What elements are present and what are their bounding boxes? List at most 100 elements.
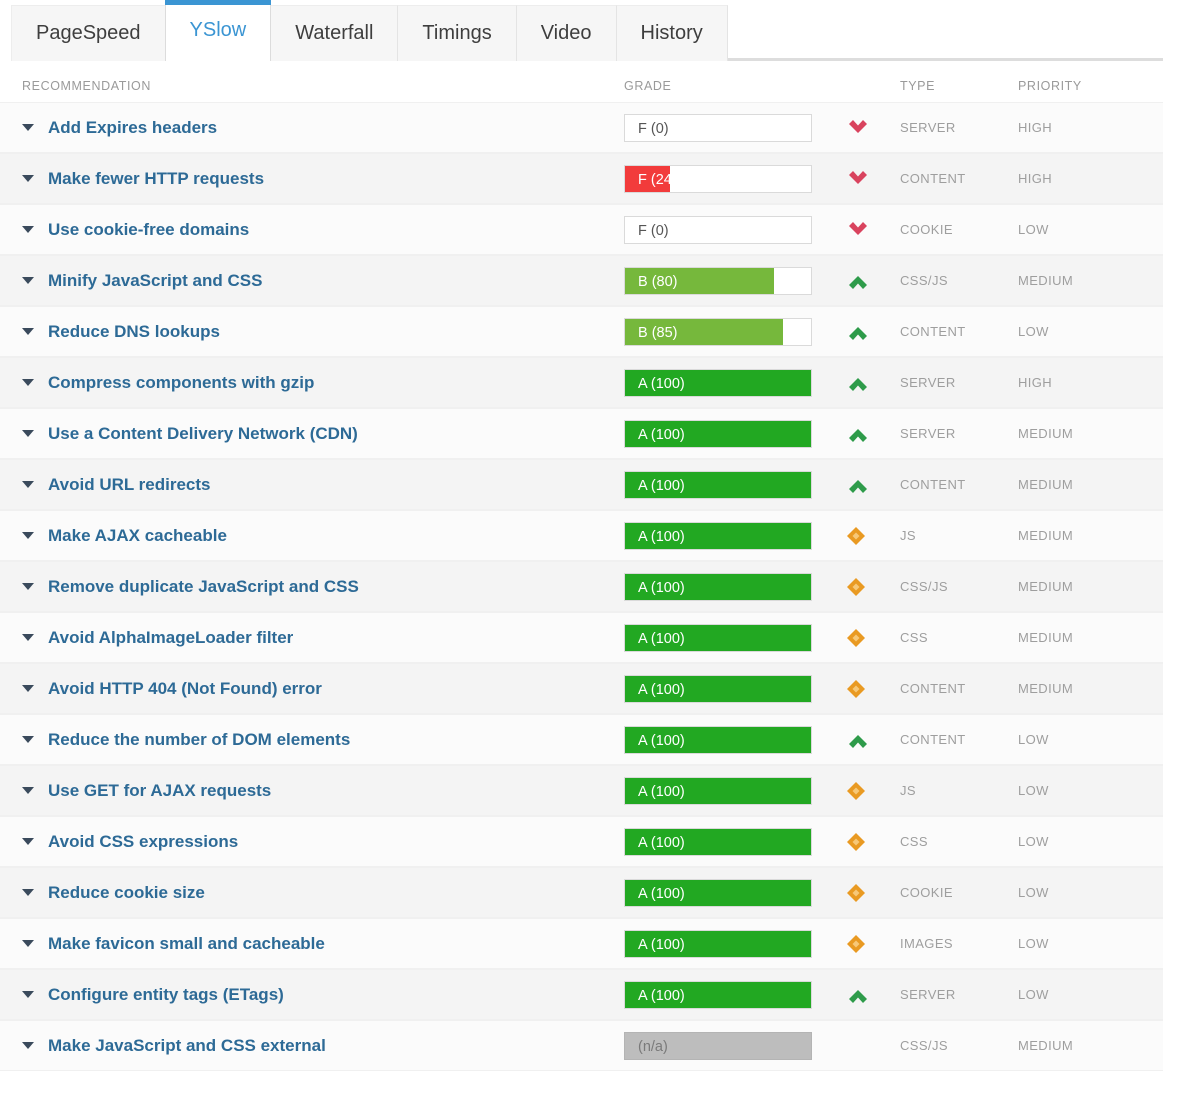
expand-triangle-icon[interactable]	[22, 940, 34, 947]
grade-bar: A (100)	[624, 675, 812, 703]
recommendation-cell[interactable]: Avoid URL redirects	[0, 475, 624, 495]
tab-yslow[interactable]: YSlow	[165, 0, 272, 61]
expand-triangle-icon[interactable]	[22, 838, 34, 845]
grade-label: A (100)	[638, 880, 685, 907]
expand-triangle-icon[interactable]	[22, 481, 34, 488]
expand-triangle-icon[interactable]	[22, 175, 34, 182]
grade-cell: B (80)	[624, 267, 836, 295]
recommendation-cell[interactable]: Use cookie-free domains	[0, 220, 624, 240]
table-row[interactable]: Reduce DNS lookupsB (85)CONTENTLOW	[0, 306, 1163, 357]
recommendation-label[interactable]: Minify JavaScript and CSS	[48, 271, 262, 291]
recommendation-cell[interactable]: Minify JavaScript and CSS	[0, 271, 624, 291]
expand-triangle-icon[interactable]	[22, 328, 34, 335]
tab-pagespeed[interactable]: PageSpeed	[11, 5, 166, 61]
recommendation-label[interactable]: Make AJAX cacheable	[48, 526, 227, 546]
priority-cell: LOW	[1018, 324, 1163, 339]
recommendation-label[interactable]: Remove duplicate JavaScript and CSS	[48, 577, 359, 597]
recommendation-label[interactable]: Avoid HTTP 404 (Not Found) error	[48, 679, 322, 699]
grade-label: A (100)	[638, 574, 685, 601]
recommendation-cell[interactable]: Use a Content Delivery Network (CDN)	[0, 424, 624, 444]
column-header-grade[interactable]: GRADE	[624, 79, 836, 93]
table-row[interactable]: Avoid HTTP 404 (Not Found) errorA (100)C…	[0, 663, 1163, 714]
expand-triangle-icon[interactable]	[22, 685, 34, 692]
expand-triangle-icon[interactable]	[22, 1042, 34, 1049]
table-row[interactable]: Reduce cookie sizeA (100)COOKIELOW	[0, 867, 1163, 918]
expand-triangle-icon[interactable]	[22, 379, 34, 386]
recommendation-cell[interactable]: Make AJAX cacheable	[0, 526, 624, 546]
recommendation-label[interactable]: Avoid AlphaImageLoader filter	[48, 628, 293, 648]
recommendation-label[interactable]: Reduce DNS lookups	[48, 322, 220, 342]
expand-triangle-icon[interactable]	[22, 736, 34, 743]
tab-video[interactable]: Video	[516, 5, 617, 61]
grade-cell: A (100)	[624, 420, 836, 448]
recommendation-cell[interactable]: Avoid CSS expressions	[0, 832, 624, 852]
recommendation-label[interactable]: Make JavaScript and CSS external	[48, 1036, 326, 1056]
column-header-type[interactable]: TYPE	[900, 79, 1018, 93]
table-row[interactable]: Make AJAX cacheableA (100)JSMEDIUM	[0, 510, 1163, 561]
tab-history[interactable]: History	[616, 5, 728, 61]
tab-timings[interactable]: Timings	[397, 5, 516, 61]
expand-triangle-icon[interactable]	[22, 532, 34, 539]
table-row[interactable]: Make fewer HTTP requestsF (24)CONTENTHIG…	[0, 153, 1163, 204]
expand-triangle-icon[interactable]	[22, 634, 34, 641]
recommendation-label[interactable]: Reduce the number of DOM elements	[48, 730, 350, 750]
expand-triangle-icon[interactable]	[22, 277, 34, 284]
tab-waterfall[interactable]: Waterfall	[270, 5, 398, 61]
table-row[interactable]: Use GET for AJAX requestsA (100)JSLOW	[0, 765, 1163, 816]
table-row[interactable]: Minify JavaScript and CSSB (80)CSS/JSMED…	[0, 255, 1163, 306]
recommendation-label[interactable]: Configure entity tags (ETags)	[48, 985, 284, 1005]
recommendation-cell[interactable]: Reduce the number of DOM elements	[0, 730, 624, 750]
recommendation-label[interactable]: Avoid URL redirects	[48, 475, 211, 495]
recommendation-label[interactable]: Compress components with gzip	[48, 373, 314, 393]
recommendation-label[interactable]: Make favicon small and cacheable	[48, 934, 325, 954]
recommendation-label[interactable]: Make fewer HTTP requests	[48, 169, 264, 189]
table-row[interactable]: Avoid URL redirectsA (100)CONTENTMEDIUM	[0, 459, 1163, 510]
grade-cell: A (100)	[624, 828, 836, 856]
type-cell: CSS/JS	[900, 273, 1018, 288]
expand-triangle-icon[interactable]	[22, 430, 34, 437]
recommendation-cell[interactable]: Add Expires headers	[0, 118, 624, 138]
expand-triangle-icon[interactable]	[22, 889, 34, 896]
table-row[interactable]: Avoid CSS expressionsA (100)CSSLOW	[0, 816, 1163, 867]
recommendation-label[interactable]: Add Expires headers	[48, 118, 217, 138]
column-header-recommendation[interactable]: RECOMMENDATION	[0, 79, 624, 93]
grade-cell: A (100)	[624, 573, 836, 601]
table-row[interactable]: Remove duplicate JavaScript and CSS A (10…	[0, 561, 1163, 612]
priority-cell: LOW	[1018, 222, 1163, 237]
table-row[interactable]: Add Expires headersF (0)SERVERHIGH	[0, 102, 1163, 153]
grade-bar: F (24)	[624, 165, 812, 193]
recommendation-label[interactable]: Avoid CSS expressions	[48, 832, 238, 852]
recommendation-cell[interactable]: Remove duplicate JavaScript and CSS	[0, 577, 624, 597]
expand-triangle-icon[interactable]	[22, 787, 34, 794]
grade-label: B (80)	[638, 268, 678, 295]
recommendation-cell[interactable]: Reduce cookie size	[0, 883, 624, 903]
recommendation-label[interactable]: Use GET for AJAX requests	[48, 781, 271, 801]
expand-triangle-icon[interactable]	[22, 226, 34, 233]
expand-triangle-icon[interactable]	[22, 124, 34, 131]
table-row[interactable]: Make favicon small and cacheableA (100)I…	[0, 918, 1163, 969]
expand-triangle-icon[interactable]	[22, 583, 34, 590]
table-row[interactable]: Configure entity tags (ETags)A (100)SERV…	[0, 969, 1163, 1020]
recommendation-cell[interactable]: Reduce DNS lookups	[0, 322, 624, 342]
table-row[interactable]: Use cookie-free domainsF (0)COOKIELOW	[0, 204, 1163, 255]
table-row[interactable]: Avoid AlphaImageLoader filterA (100)CSSM…	[0, 612, 1163, 663]
table-row[interactable]: Make JavaScript and CSS external(n/a)CSS…	[0, 1020, 1163, 1071]
table-row[interactable]: Compress components with gzipA (100)SERV…	[0, 357, 1163, 408]
recommendation-cell[interactable]: Make fewer HTTP requests	[0, 169, 624, 189]
recommendation-cell[interactable]: Compress components with gzip	[0, 373, 624, 393]
expand-triangle-icon[interactable]	[22, 991, 34, 998]
type-cell: COOKIE	[900, 885, 1018, 900]
recommendation-cell[interactable]: Configure entity tags (ETags)	[0, 985, 624, 1005]
table-row[interactable]: Use a Content Delivery Network (CDN) A (1…	[0, 408, 1163, 459]
column-header-priority[interactable]: PRIORITY	[1018, 79, 1163, 93]
recommendation-cell[interactable]: Make favicon small and cacheable	[0, 934, 624, 954]
recommendation-cell[interactable]: Avoid AlphaImageLoader filter	[0, 628, 624, 648]
recommendation-cell[interactable]: Make JavaScript and CSS external	[0, 1036, 624, 1056]
recommendation-label[interactable]: Use a Content Delivery Network (CDN)	[48, 424, 358, 444]
recommendation-label[interactable]: Reduce cookie size	[48, 883, 205, 903]
recommendation-cell[interactable]: Avoid HTTP 404 (Not Found) error	[0, 679, 624, 699]
grade-cell: A (100)	[624, 675, 836, 703]
recommendation-cell[interactable]: Use GET for AJAX requests	[0, 781, 624, 801]
recommendation-label[interactable]: Use cookie-free domains	[48, 220, 249, 240]
table-row[interactable]: Reduce the number of DOM elementsA (100)…	[0, 714, 1163, 765]
